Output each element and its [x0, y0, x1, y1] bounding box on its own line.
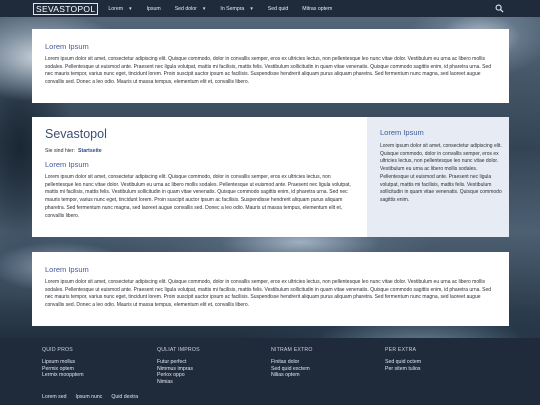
- nav-item-label: Ipsum: [146, 5, 161, 12]
- nav-item-mitras-optem[interactable]: Mitras optem: [302, 6, 332, 12]
- sidebar-paragraph: Lorem ipsum dolor sit amet, consectetur …: [380, 143, 502, 203]
- footer-column-heading: QULIAT IMPROS: [157, 347, 200, 353]
- search-icon[interactable]: [495, 4, 504, 13]
- nav-item-label: In Sempra: [220, 5, 245, 12]
- paragraph: Lorem ipsum dolor sit amet, consectetur …: [45, 56, 492, 86]
- top-navigation-bar: SEVASTOPOL Lorem ▼ Ipsum Sed dolor ▼ In …: [0, 0, 540, 17]
- breadcrumb-prefix: Sie sind hier:: [45, 148, 75, 154]
- footer-bottom-link[interactable]: Quid dextra: [111, 394, 138, 400]
- footer-link[interactable]: Sed quid octem: [385, 359, 421, 366]
- nav-item-lorem[interactable]: Lorem ▼: [108, 6, 132, 12]
- site-logo[interactable]: SEVASTOPOL: [33, 2, 99, 15]
- intro-panel: Lorem Ipsum Lorem ipsum dolor sit amet, …: [32, 29, 509, 103]
- footer-bottom-link[interactable]: Ipsum nunc: [76, 394, 103, 400]
- chevron-down-icon: ▼: [201, 6, 207, 11]
- nav-item-label: Sed quid: [267, 5, 289, 12]
- nav-item-label: Mitras optem: [302, 5, 333, 12]
- nav-item-label: Sed dolor: [174, 5, 197, 12]
- content-panel: Sevastopol Sie sind hier: Startseite Lore…: [32, 117, 509, 237]
- paragraph: Lorem ipsum dolor sit amet, consectetur …: [45, 174, 351, 219]
- nav-item-sed-dolor[interactable]: Sed dolor ▼: [175, 6, 207, 12]
- footer-column-quid-pros: QUID PROS Lipsum mollus Permix optem Ler…: [42, 347, 84, 379]
- main-menu: Lorem ▼ Ipsum Sed dolor ▼ In Sempra ▼ Se…: [108, 6, 346, 12]
- footer: QUID PROS Lipsum mollus Permix optem Ler…: [0, 338, 540, 405]
- footer-link[interactable]: Nimias: [157, 379, 200, 386]
- footer-column-nitram-extro: NITRAM EXTRO Finitas dolor Sed quid exct…: [271, 347, 313, 379]
- nav-item-label: Lorem: [108, 5, 124, 12]
- footer-column-heading: NITRAM EXTRO: [271, 347, 313, 353]
- footer-link[interactable]: Per sitem tulios: [385, 366, 421, 373]
- breadcrumb: Sie sind hier: Startseite: [45, 148, 102, 154]
- page-title: Sevastopol: [45, 127, 107, 141]
- sidebar: Lorem Ipsum Lorem ipsum dolor sit amet, …: [367, 117, 509, 237]
- breadcrumb-current-link[interactable]: Startseite: [78, 148, 102, 154]
- sidebar-heading: Lorem Ipsum: [380, 128, 424, 137]
- lower-panel: Lorem Ipsum Lorem ipsum dolor sit amet, …: [32, 252, 509, 326]
- footer-link[interactable]: Lermix moopptem: [42, 372, 84, 379]
- chevron-down-icon: ▼: [128, 6, 133, 11]
- nav-item-ipsum[interactable]: Ipsum: [147, 6, 161, 12]
- footer-column-heading: QUID PROS: [42, 347, 73, 353]
- footer-link[interactable]: Nilias optem: [271, 372, 313, 379]
- section-heading: Lorem Ipsum: [45, 42, 89, 51]
- footer-column-heading: PER EXTRA: [385, 347, 417, 353]
- main-content: Sevastopol Sie sind hier: Startseite Lore…: [32, 117, 367, 237]
- section-heading: Lorem Ipsum: [45, 265, 89, 274]
- footer-bottom-links: Lorem sed Ipsum nunc Quid dextra: [42, 394, 147, 400]
- paragraph: Lorem ipsum dolor sit amet, consectetur …: [45, 279, 492, 309]
- section-heading: Lorem Ipsum: [45, 160, 89, 169]
- nav-item-in-sempra[interactable]: In Sempra ▼: [220, 6, 253, 12]
- footer-column-quliat-impros: QULIAT IMPROS Futur perfect Nimmus impra…: [157, 347, 200, 385]
- nav-item-sed-quid[interactable]: Sed quid: [268, 6, 288, 12]
- chevron-down-icon: ▼: [249, 6, 254, 11]
- footer-column-per-extra: PER EXTRA Sed quid octem Per sitem tulio…: [385, 347, 421, 372]
- footer-bottom-link[interactable]: Lorem sed: [42, 394, 67, 400]
